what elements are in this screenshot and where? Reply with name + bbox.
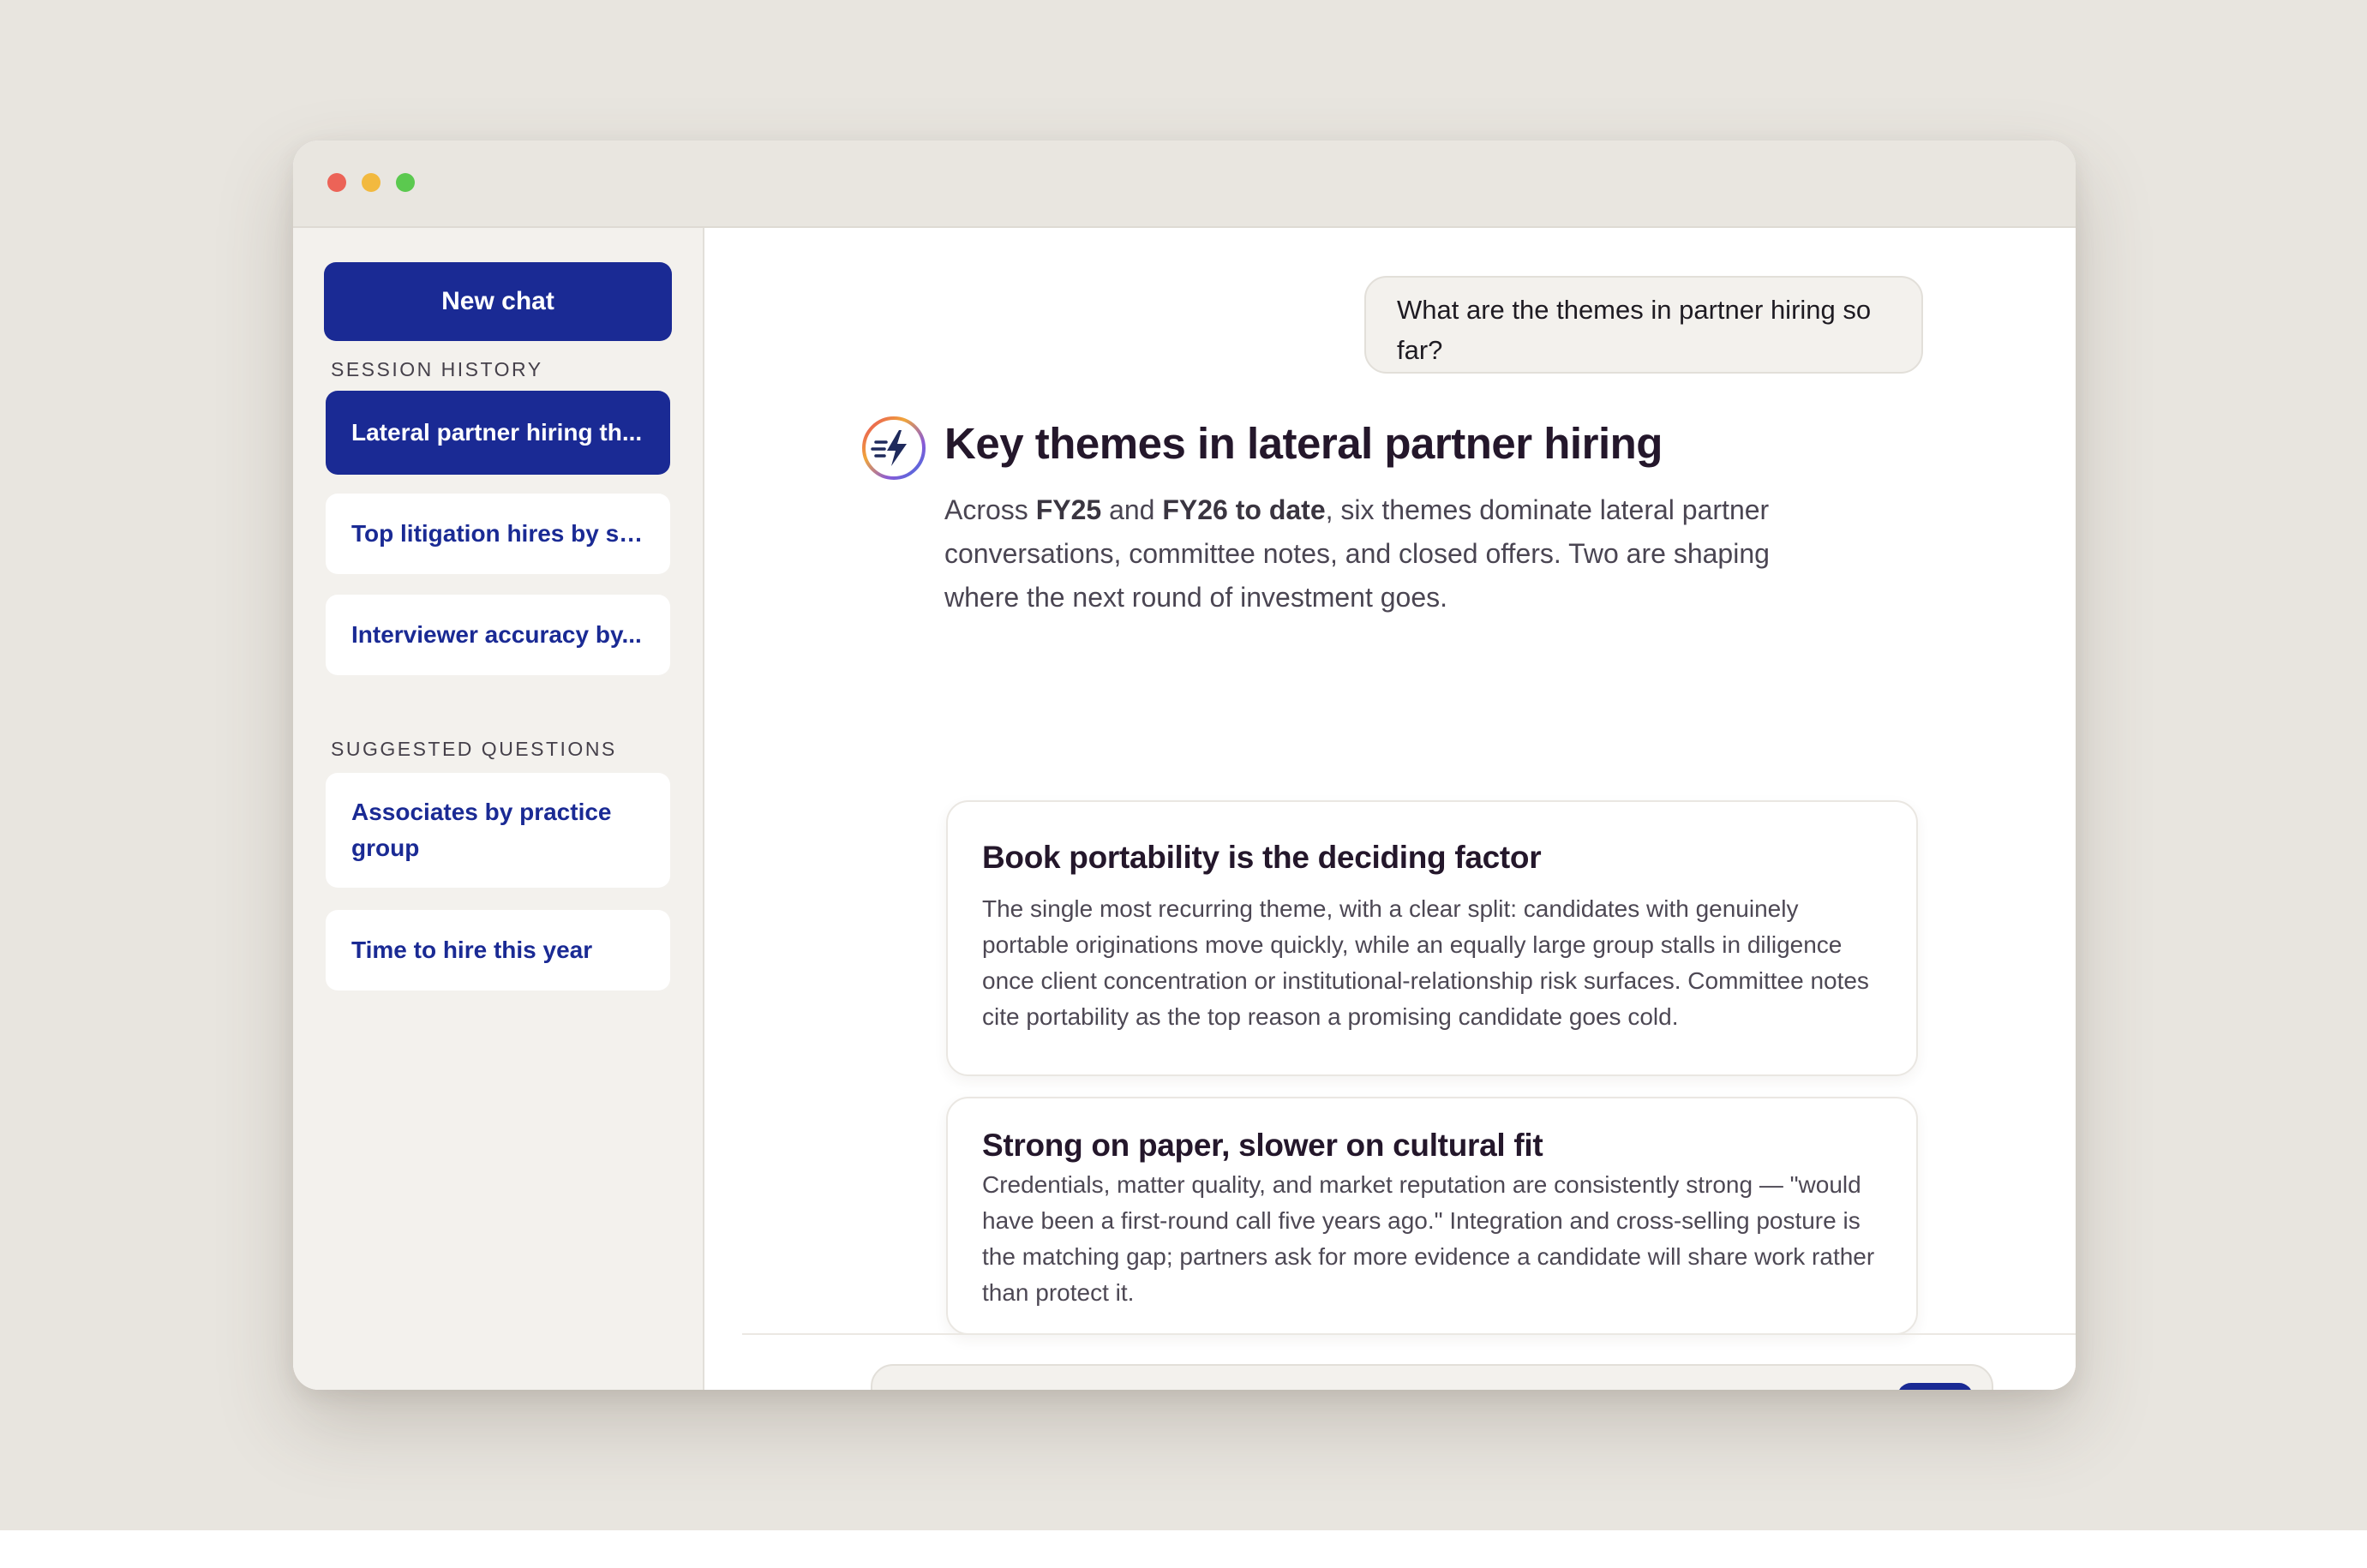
intro-text-mid: and	[1101, 494, 1163, 525]
suggested-questions-heading: SUGGESTED QUESTIONS	[331, 738, 617, 760]
answer-title: Key themes in lateral partner hiring	[944, 419, 1663, 468]
theme-card: Book portability is the deciding factor …	[946, 800, 1918, 1076]
intro-highlight-fy25: FY25	[1035, 494, 1102, 525]
sidebar: New chat SESSION HISTORY Lateral partner…	[293, 228, 704, 1390]
theme-card-body: The single most recurring theme, with a …	[982, 895, 1869, 1030]
suggested-question-label: Time to hire this year	[351, 937, 593, 963]
new-chat-button[interactable]: New chat	[324, 262, 672, 341]
intro-highlight-fy26: FY26 to date	[1162, 494, 1326, 525]
suggested-question-associates[interactable]: Associates by practice group	[326, 773, 670, 888]
maximize-window-button[interactable]	[396, 173, 415, 192]
suggested-question-time-to-hire[interactable]: Time to hire this year	[326, 910, 670, 990]
assistant-bolt-icon	[862, 416, 926, 480]
suggested-question-label: Associates by practice group	[351, 799, 612, 861]
window-titlebar	[293, 141, 2076, 228]
theme-card-body: Credentials, matter quality, and market …	[982, 1171, 1875, 1306]
page-bottom-strip	[0, 1530, 2367, 1568]
session-history-heading: SESSION HISTORY	[331, 358, 543, 380]
history-item-label: Interviewer accuracy by...	[351, 621, 642, 648]
history-item-top-litigation-hires[interactable]: Top litigation hires by so...	[326, 494, 670, 574]
theme-card: Strong on paper, slower on cultural fit …	[946, 1097, 1918, 1335]
theme-card-title: Book portability is the deciding factor	[982, 840, 1542, 875]
history-item-interviewer-accuracy[interactable]: Interviewer accuracy by...	[326, 595, 670, 675]
history-item-label: Lateral partner hiring th...	[351, 419, 643, 446]
send-button[interactable]	[1897, 1383, 1973, 1390]
composer-divider	[742, 1333, 2076, 1335]
user-message-bubble: What are the themes in partner hiring so…	[1364, 276, 1923, 374]
app-window: New chat SESSION HISTORY Lateral partner…	[293, 141, 2076, 1390]
answer-intro: Across FY25 and FY26 to date, six themes…	[944, 488, 1844, 619]
theme-card-title: Strong on paper, slower on cultural fit	[982, 1128, 1543, 1163]
minimize-window-button[interactable]	[362, 173, 381, 192]
close-window-button[interactable]	[327, 173, 346, 192]
intro-text-lead: Across	[944, 494, 1036, 525]
composer	[871, 1364, 1993, 1390]
history-item-lateral-partner-hiring[interactable]: Lateral partner hiring th...	[326, 391, 670, 475]
chat-main-panel: What are the themes in partner hiring so…	[704, 228, 2076, 1390]
history-item-label: Top litigation hires by so...	[351, 520, 644, 547]
